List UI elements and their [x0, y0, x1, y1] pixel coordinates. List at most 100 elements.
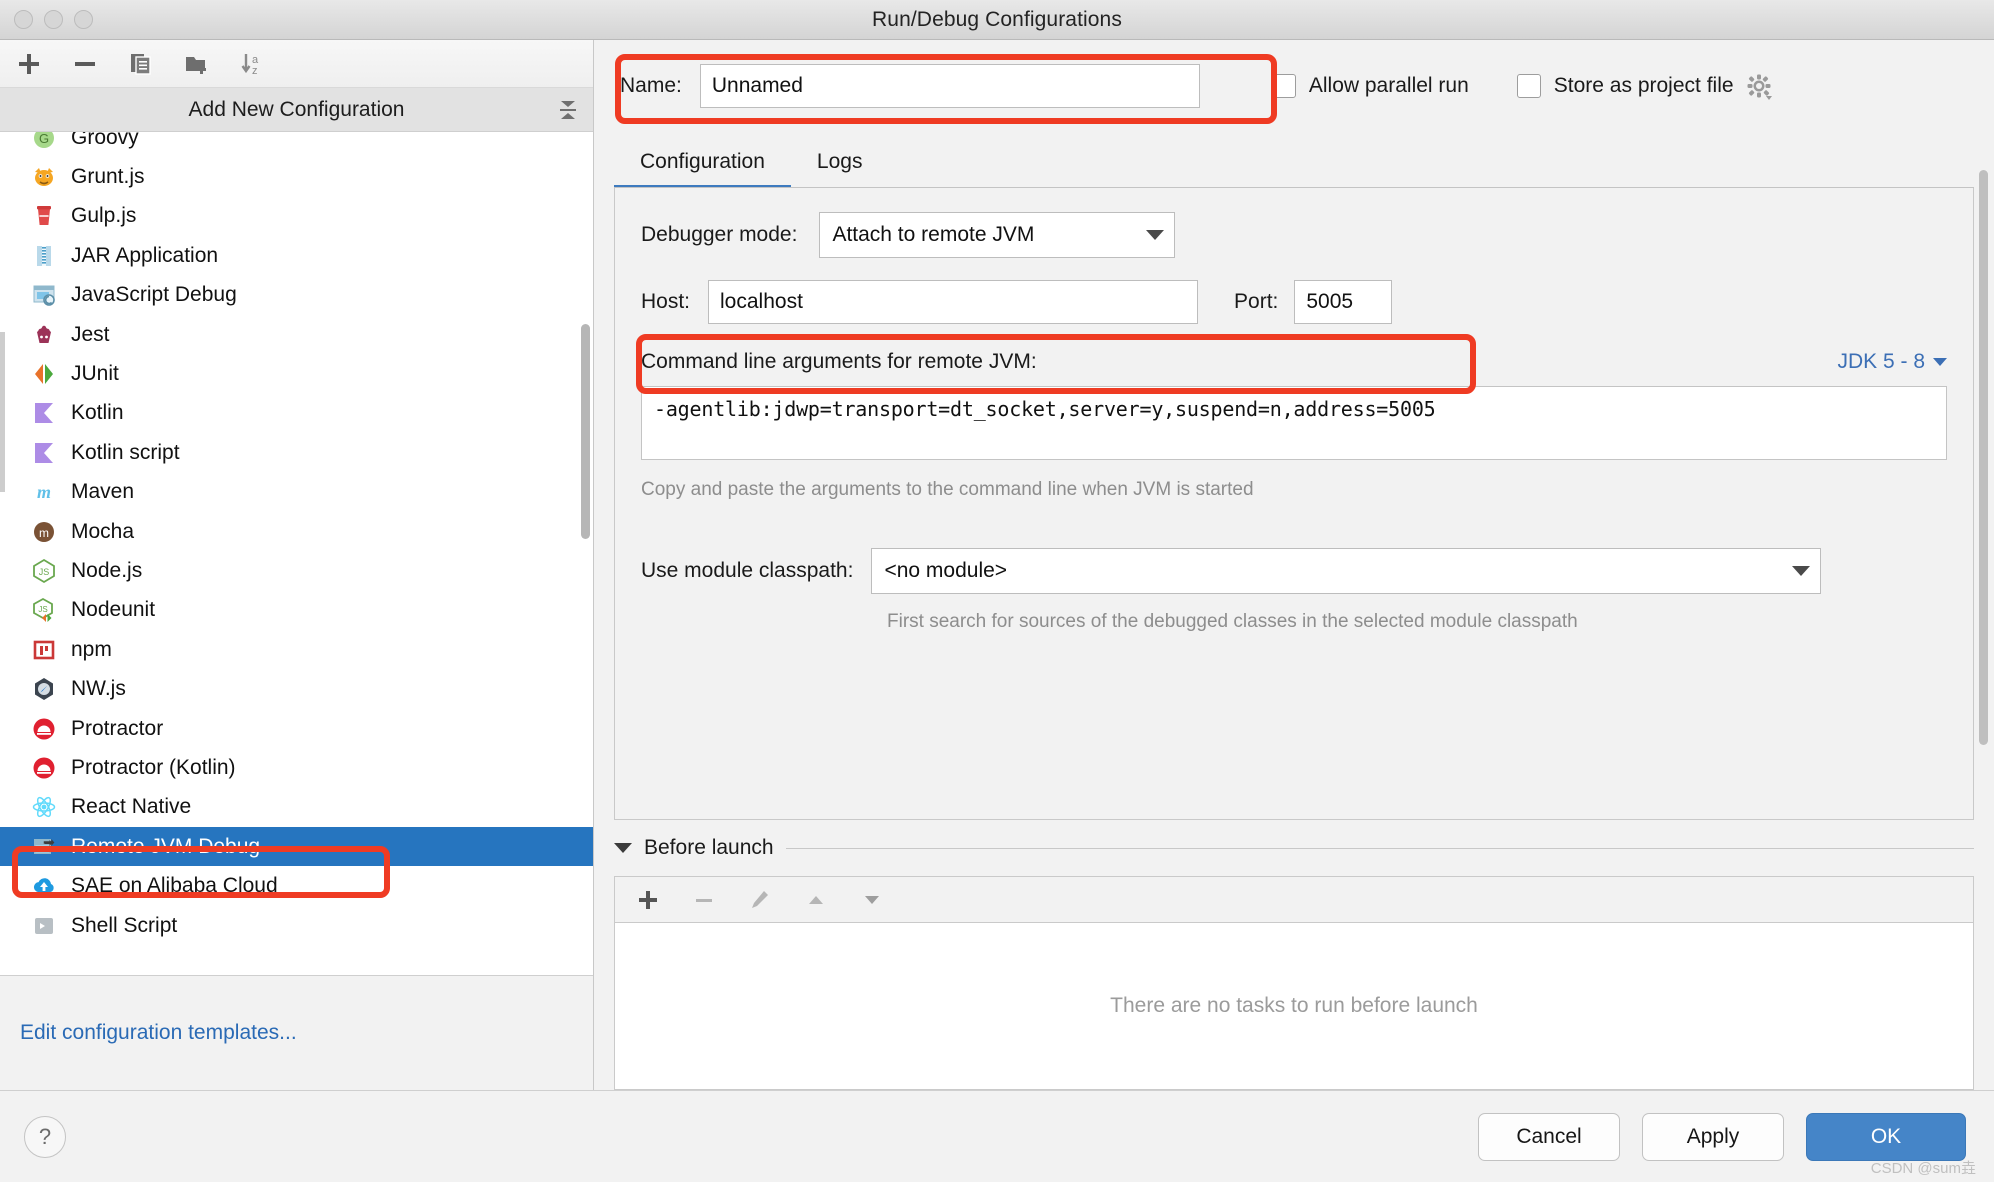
store-as-project-file-checkbox[interactable]: [1516, 74, 1541, 98]
args-hint: Copy and paste the arguments to the comm…: [641, 479, 1254, 500]
sidebar-item-kotlin-script[interactable]: Kotlin script: [0, 433, 593, 472]
remove-configuration-button[interactable]: [68, 48, 102, 80]
chevron-down-icon: [614, 843, 632, 853]
tab-configuration[interactable]: Configuration: [614, 150, 791, 189]
host-input[interactable]: localhost: [708, 280, 1199, 324]
args-textarea[interactable]: -agentlib:jdwp=transport=dt_socket,serve…: [641, 386, 1947, 460]
sidebar-item-sae-on-alibaba-cloud[interactable]: SAE on Alibaba Cloud: [0, 866, 593, 905]
sidebar-item-label: Kotlin script: [71, 440, 180, 464]
maximize-button[interactable]: [74, 10, 93, 29]
window-titlebar: Run/Debug Configurations: [0, 0, 1994, 40]
allow-parallel-run-checkbox[interactable]: [1271, 74, 1296, 98]
before-launch-move-up-button[interactable]: [799, 884, 833, 916]
sidebar-item-label: Grunt.js: [71, 165, 145, 189]
sidebar-item-label: Jest: [71, 322, 110, 346]
ok-button[interactable]: OK: [1806, 1112, 1966, 1161]
store-as-project-file-label: Store as project file: [1553, 74, 1734, 97]
right-pane-scrollbar[interactable]: [1979, 170, 1988, 745]
sidebar-item-label: Shell Script: [71, 913, 178, 937]
before-launch-remove-button[interactable]: [687, 884, 721, 916]
sidebar-item-label: Groovy: [71, 132, 139, 149]
tabs-row: Configuration Logs: [594, 132, 1994, 189]
sidebar-item-javascript-debug[interactable]: JavaScript Debug: [0, 276, 593, 315]
move-to-folder-button[interactable]: [180, 48, 214, 80]
help-button[interactable]: ?: [24, 1115, 66, 1158]
npm-icon: [31, 637, 57, 663]
sidebar-item-nodeunit[interactable]: JS Nodeunit: [0, 591, 593, 630]
module-classpath-select[interactable]: <no module>: [871, 547, 1822, 594]
sidebar-item-mocha[interactable]: m Mocha: [0, 512, 593, 551]
before-launch-task-list[interactable]: There are no tasks to run before launch: [614, 922, 1974, 1090]
expand-collapse-control[interactable]: [557, 97, 579, 123]
react-native-icon: [31, 794, 57, 820]
add-configuration-button[interactable]: [12, 48, 46, 80]
sidebar-item-grunt-js[interactable]: Grunt.js: [0, 157, 593, 196]
sidebar-item-npm[interactable]: npm: [0, 630, 593, 669]
before-launch-move-down-button[interactable]: [855, 884, 889, 916]
tab-logs[interactable]: Logs: [791, 150, 889, 188]
allow-parallel-run-row[interactable]: Allow parallel run: [1271, 74, 1469, 98]
sidebar-item-shell-script[interactable]: Shell Script: [0, 906, 593, 945]
sidebar-item-label: npm: [71, 637, 112, 661]
right-pane: Name: Unnamed Allow parallel run Store a…: [594, 40, 1994, 1090]
sidebar-item-remote-jvm-debug[interactable]: Remote JVM Debug: [0, 827, 593, 867]
minimize-button[interactable]: [44, 10, 63, 29]
configuration-type-list[interactable]: G Groovy Grunt.js Gulp.js JAR Application Jav…: [0, 132, 593, 976]
nodejs-icon: JS: [31, 558, 57, 584]
host-label: Host:: [641, 290, 691, 313]
before-launch-header[interactable]: Before launch: [614, 820, 1974, 876]
svg-text:G: G: [39, 132, 49, 146]
sidebar-item-label: Gulp.js: [71, 204, 137, 228]
gear-icon[interactable]: [1744, 71, 1774, 101]
port-input[interactable]: 5005: [1294, 280, 1393, 324]
sidebar-item-label: Kotlin: [71, 401, 124, 425]
sidebar-item-kotlin[interactable]: Kotlin: [0, 394, 593, 433]
before-launch-edit-button[interactable]: [743, 884, 777, 916]
sidebar-item-label: React Native: [71, 795, 192, 819]
close-button[interactable]: [14, 10, 33, 29]
sidebar-item-nw-js[interactable]: NW.js: [0, 669, 593, 708]
before-launch-add-button[interactable]: [631, 884, 665, 916]
sidebar-item-label: Nodeunit: [71, 598, 156, 622]
name-input[interactable]: Unnamed: [699, 64, 1200, 108]
sidebar-item-maven[interactable]: m Maven: [0, 473, 593, 512]
shell-script-icon: [31, 913, 57, 939]
sort-alphabetically-button[interactable]: a z: [236, 48, 270, 80]
name-row: Name: Unnamed Allow parallel run Store a…: [594, 40, 1994, 132]
window-controls[interactable]: [14, 10, 93, 29]
name-label: Name:: [620, 74, 682, 97]
copy-configuration-button[interactable]: [124, 48, 158, 80]
configuration-type-list-items: G Groovy Grunt.js Gulp.js JAR Application Jav…: [0, 132, 593, 945]
cancel-button[interactable]: Cancel: [1478, 1112, 1620, 1161]
chevron-down-icon: [1146, 230, 1165, 240]
edit-configuration-templates-link[interactable]: Edit configuration templates...: [20, 1021, 297, 1045]
sidebar-item-jest[interactable]: Jest: [0, 315, 593, 354]
jdk-selector[interactable]: JDK 5 - 8: [1837, 350, 1947, 374]
args-label-row: Command line arguments for remote JVM: J…: [641, 350, 1947, 374]
sidebar-item-label: Mocha: [71, 519, 135, 543]
dialog-footer: ? Cancel Apply OK CSDN @sum垚: [0, 1090, 1994, 1182]
before-launch-empty-text: There are no tasks to run before launch: [1110, 994, 1478, 1017]
apply-button[interactable]: Apply: [1642, 1112, 1784, 1161]
sidebar-item-junit[interactable]: JUnit: [0, 354, 593, 393]
sidebar-item-protractor-kotlin[interactable]: Protractor (Kotlin): [0, 748, 593, 787]
port-label: Port:: [1234, 290, 1279, 313]
sidebar-item-protractor[interactable]: Protractor: [0, 709, 593, 748]
store-as-project-file-row[interactable]: Store as project file: [1516, 74, 1734, 98]
module-classpath-hint: First search for sources of the debugged…: [887, 610, 1578, 632]
sidebar-item-react-native[interactable]: React Native: [0, 788, 593, 827]
sidebar-item-label: JUnit: [71, 362, 119, 386]
run-debug-configurations-dialog: Run/Debug Configurations a z Add New Con…: [0, 0, 1994, 1182]
javascript-debug-icon: [31, 282, 57, 308]
sidebar-footer: Edit configuration templates...: [0, 976, 593, 1090]
jdk-selector-label: JDK 5 - 8: [1837, 350, 1925, 373]
nodeunit-icon: JS: [31, 597, 57, 623]
list-scrollbar[interactable]: [581, 324, 590, 539]
sidebar-item-groovy[interactable]: G Groovy: [0, 132, 593, 157]
sidebar-item-label: Remote JVM Debug: [71, 834, 261, 858]
before-launch-toolbar: [614, 876, 1974, 922]
sidebar-item-node-js[interactable]: JS Node.js: [0, 551, 593, 590]
sidebar-item-gulp-js[interactable]: Gulp.js: [0, 197, 593, 236]
debugger-mode-select[interactable]: Attach to remote JVM: [819, 212, 1176, 258]
sidebar-item-jar-application[interactable]: JAR Application: [0, 236, 593, 275]
